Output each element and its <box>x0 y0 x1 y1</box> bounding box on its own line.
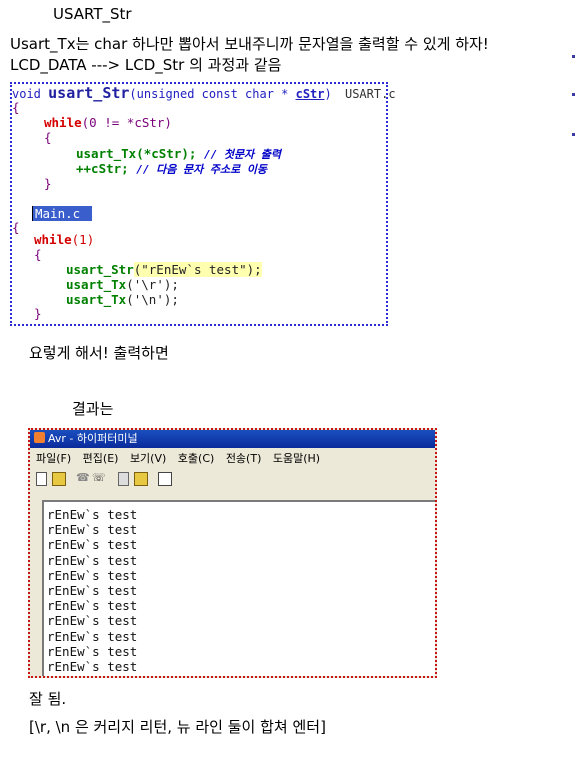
terminal-line: rEnEw`s test <box>47 567 138 583</box>
params-b: ) <box>324 87 332 101</box>
code-brace: { <box>12 100 20 115</box>
code-brace: { <box>44 130 52 145</box>
intro-line-2: LCD_DATA ---> LCD_Str 의 과정과 같음 <box>10 56 282 74</box>
intro-line-1: Usart_Tx는 char 하나만 뽑아서 보내주니까 문자열을 출력할 수 … <box>10 35 489 53</box>
ok-text: 잘 됨. <box>29 690 67 708</box>
margin-dot <box>572 93 575 96</box>
menu-file[interactable]: 파일(F) <box>36 452 71 465</box>
code-line: usart_Tx(*cStr); // 첫문자 출력 <box>76 146 281 162</box>
param-name: cStr <box>295 87 325 101</box>
window-titlebar: Avr - 하이퍼터미널 <box>30 430 435 448</box>
file-label-usart: USART.c <box>344 87 396 101</box>
code-header-line: void usart_Str(unsigned const char * cSt… <box>12 84 396 102</box>
call-usart-tx: usart_Tx <box>66 277 127 292</box>
code-line: usart_Tx('\r'); <box>66 277 179 292</box>
code-line: usart_Str("rEnEw`s test"); <box>66 262 262 277</box>
section-heading: USART_Str <box>53 5 132 23</box>
footer-text: [\r, \n 은 커리지 리턴, 뉴 라인 둘이 합쳐 엔터] <box>29 718 326 736</box>
menu-edit[interactable]: 편집(E) <box>83 452 119 465</box>
code-while-line: while(0 != *cStr) <box>44 115 172 130</box>
terminal-line: rEnEw`s test <box>47 598 138 614</box>
while-condition: (1) <box>71 232 95 247</box>
call-usart-tx: usart_Tx <box>66 292 127 307</box>
terminal-line: rEnEw`s test <box>47 613 138 629</box>
while-keyword: while <box>34 232 72 247</box>
params-a: (unsigned const char * <box>129 87 296 101</box>
menu-help[interactable]: 도움말(H) <box>273 452 320 465</box>
code-line: ++cStr; // 다음 문자 주소로 이동 <box>76 161 267 177</box>
code-brace: { <box>34 247 42 262</box>
while-keyword: while <box>44 115 82 130</box>
terminal-line: rEnEw`s test <box>47 628 138 644</box>
code-brace: } <box>44 176 52 191</box>
open-folder-icon[interactable] <box>52 472 66 486</box>
code-while-line: while(1) <box>34 232 94 247</box>
terminal-line: rEnEw`s test <box>47 552 138 568</box>
code-brace: { <box>12 220 20 235</box>
code-comment: // 첫문자 출력 <box>203 148 282 161</box>
terminal-line: rEnEw`s test <box>47 537 138 553</box>
menu-view[interactable]: 보기(V) <box>130 452 166 465</box>
call-argument: ('\n'); <box>126 292 179 307</box>
terminal-output: rEnEw`s test rEnEw`s test rEnEw`s test rEnE… <box>42 500 435 676</box>
terminal-line: rEnEw`s test <box>47 507 138 522</box>
call-usart-str: usart_Str <box>66 262 134 277</box>
terminal-line: rEnEw`s test <box>47 659 138 675</box>
void-keyword: void <box>12 87 41 101</box>
terminal-line: rEnEw`s test <box>47 643 138 659</box>
receive-icon[interactable] <box>134 472 148 486</box>
margin-dot <box>572 133 575 136</box>
call-argument: ('\r'); <box>126 277 179 292</box>
call-icon[interactable]: ☎ <box>76 472 90 484</box>
code-snippet: void usart_Str(unsigned const char * cSt… <box>10 82 396 326</box>
margin-dot <box>572 55 575 58</box>
menu-bar: 파일(F) 편집(E) 보기(V) 호출(C) 전송(T) 도움말(H) <box>30 450 435 468</box>
increment-pointer: ++cStr; <box>76 161 129 176</box>
hyperterminal-window: Avr - 하이퍼터미널 파일(F) 편집(E) 보기(V) 호출(C) 전송(… <box>28 428 437 678</box>
properties-icon[interactable] <box>158 472 172 486</box>
code-brace: } <box>34 306 42 321</box>
mid-text: 요렇게 해서! 출력하면 <box>29 344 169 362</box>
send-icon[interactable] <box>118 472 129 486</box>
result-label: 결과는 <box>72 400 114 418</box>
function-name: usart_Str <box>48 84 130 102</box>
window-title: Avr - 하이퍼터미널 <box>48 432 138 445</box>
toolbar: ☎ ☏ <box>30 470 435 488</box>
code-line: usart_Tx('\n'); <box>66 292 179 307</box>
while-condition: (0 != *cStr) <box>81 115 172 130</box>
call-usart-tx: usart_Tx(*cStr); <box>76 146 197 161</box>
menu-call[interactable]: 호출(C) <box>178 452 215 465</box>
call-argument: ("rEnEw`s test"); <box>133 262 262 277</box>
terminal-line: rEnEw`s test <box>47 522 138 538</box>
file-label-main: Main.c <box>32 206 93 221</box>
disconnect-icon[interactable]: ☏ <box>92 472 106 484</box>
code-comment: // 다음 문자 주소로 이동 <box>136 163 268 176</box>
new-file-icon[interactable] <box>36 472 47 486</box>
app-icon <box>34 432 45 443</box>
menu-transfer[interactable]: 전송(T) <box>226 452 262 465</box>
terminal-line: rEnEw`s test <box>47 583 138 599</box>
